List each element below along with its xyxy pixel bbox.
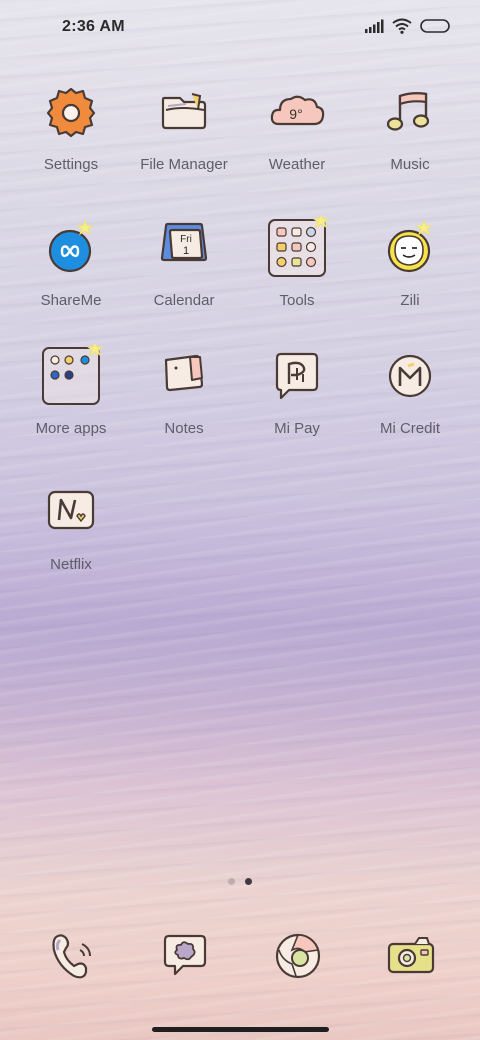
calendar-icon: Fri 1 — [152, 216, 216, 280]
weather-temperature: 9° — [289, 106, 302, 122]
app-label: ShareMe — [40, 292, 102, 309]
app-netflix[interactable]: Netflix — [15, 480, 127, 590]
app-label: Notes — [164, 420, 204, 437]
wifi-icon — [392, 18, 412, 34]
app-notes[interactable]: Notes — [128, 344, 240, 454]
folder-grid-icon — [39, 344, 103, 408]
signal-icon — [364, 19, 384, 33]
app-shareme[interactable]: ShareMe — [15, 216, 127, 326]
browser-icon — [266, 924, 330, 988]
page-dot[interactable] — [228, 878, 235, 885]
note-icon — [152, 344, 216, 408]
app-label: Mi Pay — [274, 420, 320, 437]
app-settings[interactable]: Settings — [15, 80, 127, 190]
app-label: Calendar — [153, 292, 215, 309]
music-note-icon — [378, 80, 442, 144]
status-bar: 2:36 AM — [0, 0, 480, 56]
page-dot-active[interactable] — [245, 878, 252, 885]
app-music[interactable]: Music — [354, 80, 466, 190]
home-indicator-bar[interactable] — [152, 1027, 329, 1032]
dock-phone[interactable] — [40, 924, 104, 988]
cloud-icon: 9° — [265, 80, 329, 144]
folder-icon — [152, 80, 216, 144]
app-label: More apps — [35, 420, 107, 437]
netflix-icon — [39, 480, 103, 544]
app-calendar[interactable]: Fri 1 Calendar — [128, 216, 240, 326]
page-indicator — [0, 878, 480, 885]
app-label: Netflix — [50, 556, 92, 573]
status-icons — [364, 18, 450, 34]
app-label: Tools — [279, 292, 315, 309]
app-label: Weather — [268, 156, 326, 173]
calendar-day: Fri — [180, 234, 192, 245]
app-label: Mi Credit — [379, 420, 440, 437]
app-weather[interactable]: 9° Weather — [241, 80, 353, 190]
status-time: 2:36 AM — [62, 18, 125, 35]
phone-icon — [40, 924, 104, 988]
camera-icon — [379, 924, 443, 988]
dock-camera[interactable] — [379, 924, 443, 988]
app-mi-pay[interactable]: Mi Pay — [241, 344, 353, 454]
dock-messages[interactable] — [153, 924, 217, 988]
app-label: File Manager — [140, 156, 228, 173]
app-mi-credit[interactable]: Mi Credit — [354, 344, 466, 454]
app-label: Settings — [43, 156, 99, 173]
app-tools[interactable]: Tools — [241, 216, 353, 326]
calendar-date: 1 — [183, 245, 189, 257]
app-file-manager[interactable]: File Manager — [128, 80, 240, 190]
folder-grid-icon — [265, 216, 329, 280]
app-more-apps[interactable]: More apps — [15, 344, 127, 454]
infinity-icon — [39, 216, 103, 280]
app-label: Zili — [400, 292, 420, 309]
message-icon — [153, 924, 217, 988]
app-label: Music — [390, 156, 430, 173]
smiley-face-icon — [378, 216, 442, 280]
dock-browser[interactable] — [266, 924, 330, 988]
battery-icon — [420, 19, 450, 33]
app-zili[interactable]: Zili — [354, 216, 466, 326]
pay-icon — [265, 344, 329, 408]
gear-icon — [39, 80, 103, 144]
credit-icon — [378, 344, 442, 408]
